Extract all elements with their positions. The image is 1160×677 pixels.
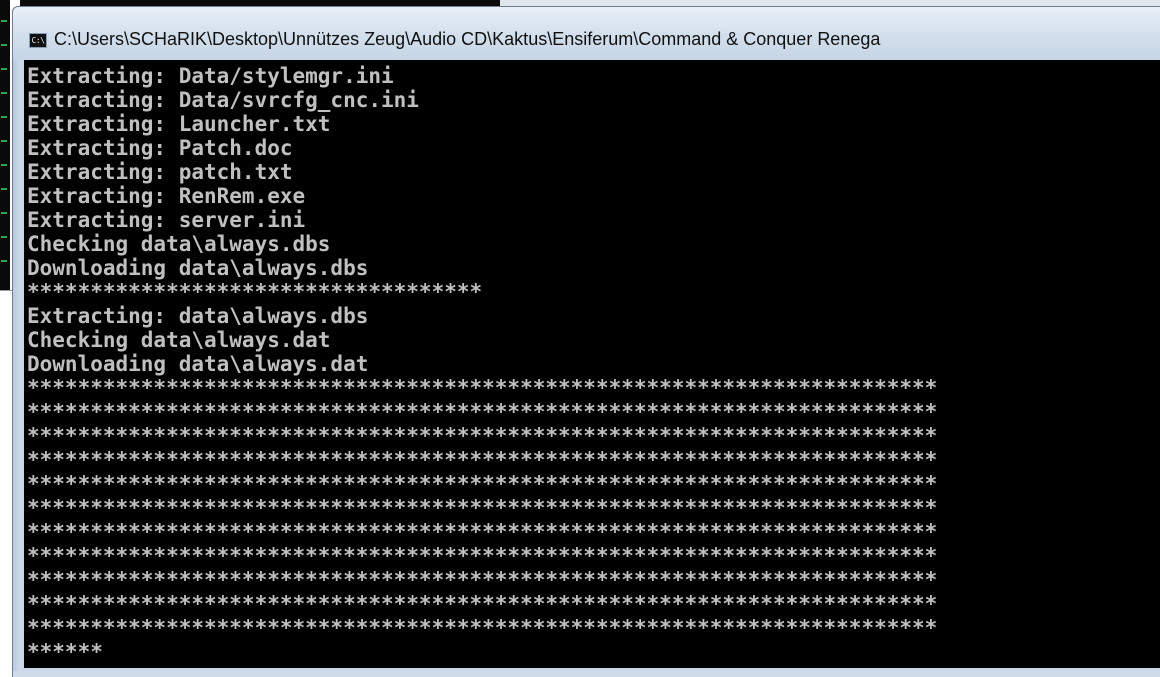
console-lines: Extracting: Data/stylemgr.ini Extracting:… xyxy=(27,64,937,664)
background-terminal-text xyxy=(1,116,7,118)
console-line: Extracting: data\always.dbs xyxy=(27,304,369,328)
background-terminal-text xyxy=(1,140,7,142)
console-line: ****************************************… xyxy=(27,448,938,472)
console-line: Extracting: Patch.doc xyxy=(27,136,293,160)
console-line: ****************************************… xyxy=(27,472,938,496)
window-frame-left xyxy=(13,60,21,677)
console-line: Extracting: server.ini xyxy=(27,208,306,232)
window-title: C:\Users\SCHaRIK\Desktop\Unnützes Zeug\A… xyxy=(54,29,881,49)
console-line: ****************************************… xyxy=(27,496,938,520)
console-line: Downloading data\always.dbs xyxy=(27,256,369,280)
console-line: Checking data\always.dbs xyxy=(27,232,331,256)
console-line: Extracting: Data/stylemgr.ini xyxy=(27,64,394,88)
console-line: Extracting: Data/svrcfg_cnc.ini xyxy=(27,88,419,112)
background-terminal-text xyxy=(1,44,7,46)
background-terminal-text xyxy=(1,212,7,214)
console-line: ****************************************… xyxy=(27,520,938,544)
console-line: ************************************ xyxy=(27,280,483,304)
console-line: ****** xyxy=(27,640,103,664)
console-line: ****************************************… xyxy=(27,400,938,424)
console-line: ****************************************… xyxy=(27,568,938,592)
console-line: ****************************************… xyxy=(27,544,938,568)
console-line: ****************************************… xyxy=(27,376,938,400)
background-terminal-text xyxy=(1,68,7,70)
console-line: ****************************************… xyxy=(27,616,938,640)
console-window[interactable]: C:\ C:\Users\SCHaRIK\Desktop\Unnützes Ze… xyxy=(12,6,1160,677)
console-line: Extracting: Launcher.txt xyxy=(27,112,331,136)
background-terminal-text xyxy=(1,92,7,94)
background-terminal-text xyxy=(1,20,7,22)
background-divider xyxy=(0,290,12,291)
title-bar[interactable]: C:\ C:\Users\SCHaRIK\Desktop\Unnützes Ze… xyxy=(13,7,1160,60)
background-terminal-text xyxy=(1,188,7,190)
background-terminal-text xyxy=(1,236,7,238)
cmd-icon[interactable]: C:\ xyxy=(29,33,47,48)
console-line: Extracting: patch.txt xyxy=(27,160,293,184)
console-line: ****************************************… xyxy=(27,592,938,616)
console-line: Downloading data\always.dat xyxy=(27,352,369,376)
background-terminal xyxy=(0,0,10,290)
console-output[interactable]: Extracting: Data/stylemgr.ini Extracting:… xyxy=(24,60,1160,668)
background-terminal-text xyxy=(1,164,7,166)
window-frame-bottom xyxy=(13,671,1160,677)
background-terminal-text xyxy=(1,260,7,262)
console-line: ****************************************… xyxy=(27,424,938,448)
console-line: Extracting: RenRem.exe xyxy=(27,184,306,208)
console-line: Checking data\always.dat xyxy=(27,328,331,352)
